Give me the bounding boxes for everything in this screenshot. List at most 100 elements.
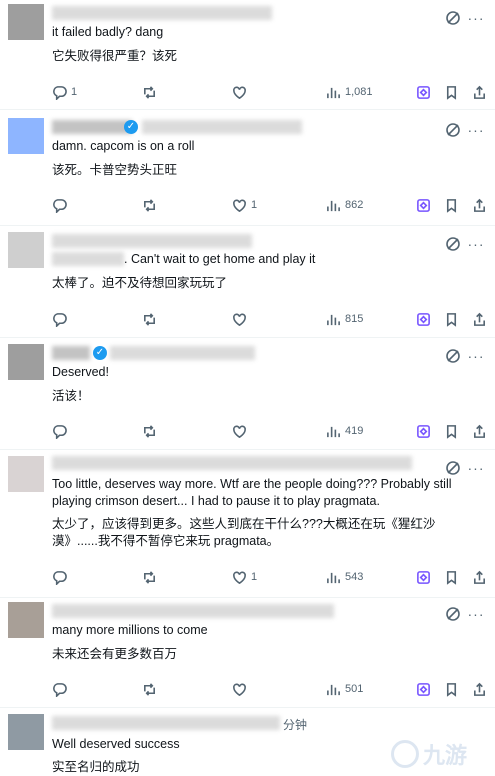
- grok-icon[interactable]: [445, 606, 461, 622]
- views-button[interactable]: 543: [326, 568, 363, 586]
- retweet-button[interactable]: [142, 196, 161, 214]
- avatar[interactable]: [8, 602, 44, 638]
- grok-icon: [417, 682, 430, 696]
- bookmark-button[interactable]: [444, 568, 459, 586]
- avatar[interactable]: [8, 456, 44, 492]
- grok-button[interactable]: [416, 422, 431, 440]
- reply-button[interactable]: [52, 196, 71, 214]
- grok-icon: [417, 312, 430, 326]
- bookmark-button[interactable]: [444, 680, 459, 698]
- reply-tweet[interactable]: ··· many more millions to come 未来还会有更多数百…: [0, 598, 495, 708]
- avatar[interactable]: [8, 232, 44, 268]
- like-button[interactable]: [232, 310, 251, 328]
- views-button[interactable]: 501: [326, 680, 363, 698]
- retweet-icon: [144, 85, 155, 99]
- share-button[interactable]: [472, 83, 487, 101]
- reply-text-en: . Can't wait to get home and play it: [124, 252, 316, 266]
- views-button[interactable]: 1,081: [326, 83, 373, 101]
- more-icon[interactable]: ···: [467, 460, 485, 476]
- views-icon: [327, 314, 340, 325]
- grok-button[interactable]: [416, 568, 431, 586]
- author-name[interactable]: [52, 716, 280, 730]
- reply-text-en: many more millions to come: [52, 623, 208, 637]
- author-name[interactable]: [52, 456, 412, 470]
- tweet-actions: 501: [52, 680, 485, 698]
- reply-button[interactable]: [52, 568, 71, 586]
- more-icon[interactable]: ···: [467, 606, 485, 622]
- heart-icon: [233, 313, 246, 326]
- bookmark-button[interactable]: [444, 83, 459, 101]
- reply-tweet[interactable]: ✓ ··· damn. capcom is on a roll 该死。卡普空势头…: [0, 110, 495, 226]
- reply-button[interactable]: 1: [52, 83, 77, 101]
- heart-icon: [233, 199, 246, 212]
- author-name[interactable]: [52, 6, 272, 20]
- retweet-button[interactable]: [142, 310, 161, 328]
- like-button[interactable]: 1: [232, 196, 257, 214]
- retweet-button[interactable]: [142, 568, 161, 586]
- reply-text-zh: 太少了，应该得到更多。这些人到底在干什么???大概还在玩《猩红沙漠》......…: [52, 517, 436, 548]
- avatar[interactable]: [8, 344, 44, 380]
- verified-badge: ✓: [93, 346, 107, 360]
- grok-icon[interactable]: [445, 348, 461, 364]
- more-icon[interactable]: ···: [467, 122, 485, 138]
- author-name[interactable]: [52, 346, 90, 360]
- reply-tweet[interactable]: ··· Too little, deserves way more. Wtf a…: [0, 450, 495, 598]
- reply-button[interactable]: [52, 422, 71, 440]
- views-count: 862: [345, 199, 364, 211]
- retweet-button[interactable]: [142, 83, 161, 101]
- tweet-actions: 1 543: [52, 568, 485, 586]
- reply-icon: [53, 570, 67, 585]
- grok-button[interactable]: [416, 83, 431, 101]
- reply-text-en: it failed badly? dang: [52, 25, 164, 39]
- grok-icon[interactable]: [445, 460, 461, 476]
- retweet-button[interactable]: [142, 680, 161, 698]
- reply-tweet[interactable]: ··· . Can't wait to get home and play it…: [0, 226, 495, 338]
- heart-icon: [233, 86, 246, 99]
- bookmark-button[interactable]: [444, 310, 459, 328]
- bookmark-button[interactable]: [444, 422, 459, 440]
- reply-text-zh: 它失败得很严重？该死: [52, 49, 178, 63]
- share-button[interactable]: [472, 568, 487, 586]
- grok-button[interactable]: [416, 680, 431, 698]
- heart-icon: [233, 425, 246, 438]
- views-button[interactable]: 862: [326, 196, 363, 214]
- heart-icon: [233, 571, 246, 584]
- like-button[interactable]: [232, 83, 251, 101]
- more-icon[interactable]: ···: [467, 348, 485, 364]
- reply-tweet[interactable]: ✓ ··· Deserved! 活该！ 419: [0, 338, 495, 450]
- more-icon[interactable]: ···: [467, 236, 485, 252]
- author-handle[interactable]: [142, 120, 302, 134]
- like-button[interactable]: [232, 422, 251, 440]
- tweet-actions: 815: [52, 310, 485, 328]
- author-name[interactable]: [52, 120, 132, 134]
- share-button[interactable]: [472, 310, 487, 328]
- grok-icon[interactable]: [445, 122, 461, 138]
- grok-icon[interactable]: [445, 236, 461, 252]
- bookmark-icon: [446, 682, 457, 697]
- avatar[interactable]: [8, 118, 44, 154]
- grok-button[interactable]: [416, 196, 431, 214]
- author-handle[interactable]: [52, 252, 124, 266]
- share-button[interactable]: [472, 196, 487, 214]
- like-button[interactable]: [232, 680, 251, 698]
- retweet-button[interactable]: [142, 422, 161, 440]
- author-name[interactable]: [52, 604, 334, 618]
- reply-text-zh: 该死。卡普空势头正旺: [52, 163, 178, 177]
- views-count: 419: [345, 425, 364, 437]
- avatar[interactable]: [8, 4, 44, 40]
- like-button[interactable]: 1: [232, 568, 257, 586]
- retweet-icon: [144, 312, 155, 326]
- share-button[interactable]: [472, 680, 487, 698]
- views-button[interactable]: 419: [326, 422, 363, 440]
- reply-button[interactable]: [52, 680, 71, 698]
- reply-text-zh: 太棒了。迫不及待想回家玩玩了: [52, 276, 228, 290]
- author-handle[interactable]: [110, 346, 255, 360]
- reply-tweet[interactable]: ··· it failed badly? dang 它失败得很严重？该死 1 1…: [0, 0, 495, 110]
- grok-button[interactable]: [416, 310, 431, 328]
- avatar[interactable]: [8, 714, 44, 750]
- bookmark-button[interactable]: [444, 196, 459, 214]
- reply-button[interactable]: [52, 310, 71, 328]
- author-name[interactable]: [52, 234, 252, 248]
- views-button[interactable]: 815: [326, 310, 363, 328]
- share-button[interactable]: [472, 422, 487, 440]
